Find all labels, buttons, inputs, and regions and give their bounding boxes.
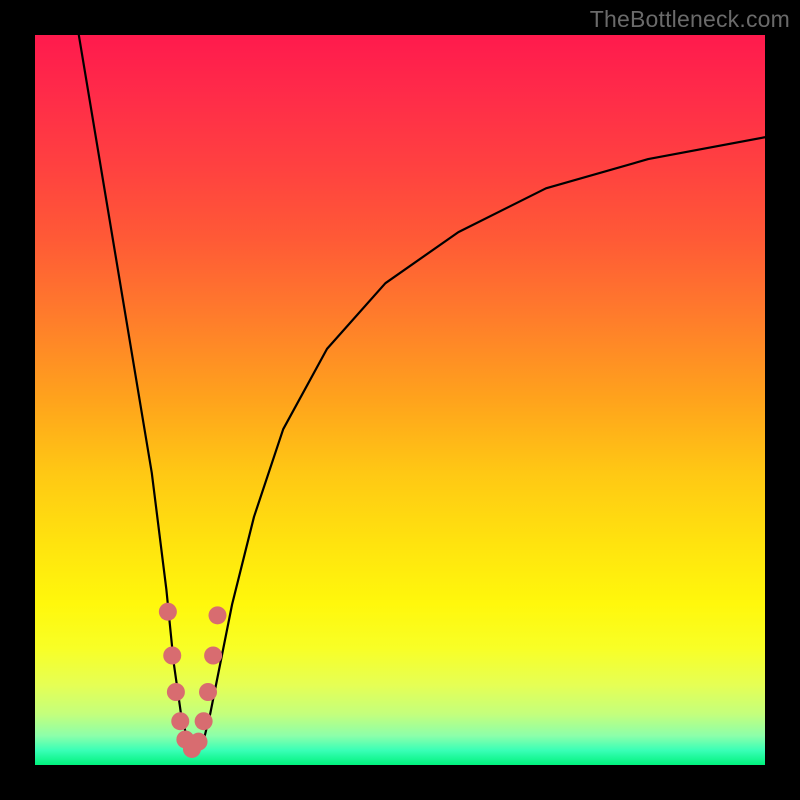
curve-layer [35,35,765,765]
highlight-bead [159,603,177,621]
highlight-bead [195,712,213,730]
highlight-bead [199,683,217,701]
highlight-bead [209,606,227,624]
highlight-bead [190,733,208,751]
highlight-bead [167,683,185,701]
bottleneck-curve [79,35,765,750]
highlight-bead [163,647,181,665]
plot-area [35,35,765,765]
watermark-text: TheBottleneck.com [590,6,790,33]
highlight-bead [171,712,189,730]
chart-frame: TheBottleneck.com [0,0,800,800]
highlight-bead [204,647,222,665]
